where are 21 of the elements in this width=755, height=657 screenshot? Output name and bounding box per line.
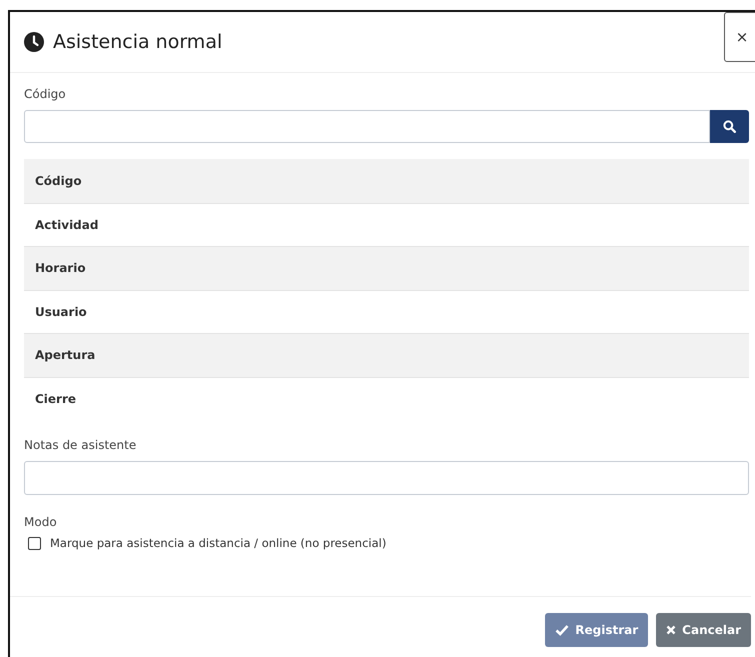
row-label: Usuario xyxy=(35,304,87,319)
checkbox[interactable] xyxy=(28,536,41,550)
x-icon xyxy=(666,625,676,635)
row-label: Cierre xyxy=(35,392,76,406)
code-field[interactable] xyxy=(24,110,710,143)
field-label: Modo xyxy=(24,515,58,529)
dialog-title: Asistencia normal xyxy=(53,31,222,53)
row-label: Horario xyxy=(35,261,86,276)
search-icon xyxy=(723,120,736,133)
row-label: Código xyxy=(35,174,82,188)
search-button[interactable] xyxy=(710,110,749,143)
clock-icon xyxy=(24,32,44,52)
row-label: Apertura xyxy=(35,348,96,362)
close-button[interactable]: × xyxy=(724,12,755,62)
checkbox-label: Marque para asistencia a distancia / online (no presencial) xyxy=(50,536,386,550)
notes-field[interactable] xyxy=(24,461,749,495)
cancel-button[interactable]: Cancelar xyxy=(656,613,751,647)
check-icon xyxy=(555,624,570,636)
field-label: Código xyxy=(24,87,67,101)
row-label: Actividad xyxy=(35,218,98,232)
field-label: Notas de asistente xyxy=(24,438,138,452)
